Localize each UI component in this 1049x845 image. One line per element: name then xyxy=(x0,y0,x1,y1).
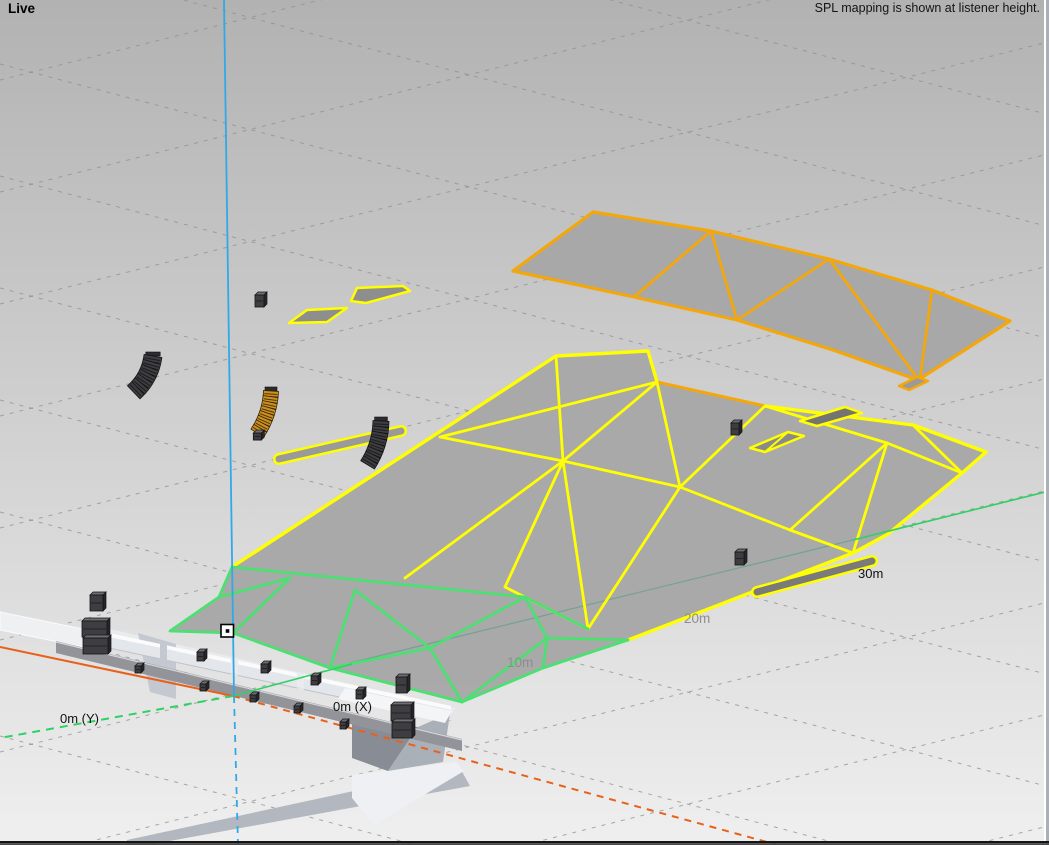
live-label: Live xyxy=(8,1,36,16)
3d-scene[interactable]: Live SPL mapping is shown at listener he… xyxy=(0,0,1049,845)
line-array-selected-tail[interactable] xyxy=(253,430,264,440)
right-edge-highlight xyxy=(1044,0,1046,845)
front-fill-speaker[interactable] xyxy=(197,649,207,661)
bottom-edge-border xyxy=(0,841,1049,843)
distance-30m-label: 30m xyxy=(858,566,883,581)
front-fill-speaker[interactable] xyxy=(250,692,259,702)
subwoofer-stack-right[interactable] xyxy=(392,719,415,738)
front-fill-speaker[interactable] xyxy=(261,661,271,673)
listener-marker[interactable] xyxy=(221,625,234,638)
x-axis-zero-label: 0m (X) xyxy=(333,699,372,714)
y-axis-zero-label: 0m (Y) xyxy=(60,711,99,726)
front-fill-speaker[interactable] xyxy=(135,663,144,673)
subwoofer-stack-left[interactable] xyxy=(83,635,111,654)
distance-10m-label: 10m xyxy=(507,655,533,670)
flown-speaker[interactable] xyxy=(255,292,267,307)
front-fill-speaker[interactable] xyxy=(311,673,321,685)
front-fill-speaker[interactable] xyxy=(356,687,366,699)
subwoofer-stack-right[interactable] xyxy=(391,702,414,721)
subwoofer-stack-left[interactable] xyxy=(82,618,110,637)
subwoofer-left-single[interactable] xyxy=(90,592,106,611)
front-fill-speaker[interactable] xyxy=(294,703,303,713)
front-fill-speaker[interactable] xyxy=(200,681,209,691)
subwoofer-right-single[interactable] xyxy=(396,674,410,693)
viewport-3d[interactable]: Live SPL mapping is shown at listener he… xyxy=(0,0,1049,845)
mesh-speaker-lower[interactable] xyxy=(735,549,747,565)
distance-20m-label: 20m xyxy=(684,611,710,626)
mesh-speaker-upper[interactable] xyxy=(731,420,742,435)
spl-note: SPL mapping is shown at listener height. xyxy=(815,1,1040,15)
front-fill-speaker[interactable] xyxy=(340,719,349,729)
